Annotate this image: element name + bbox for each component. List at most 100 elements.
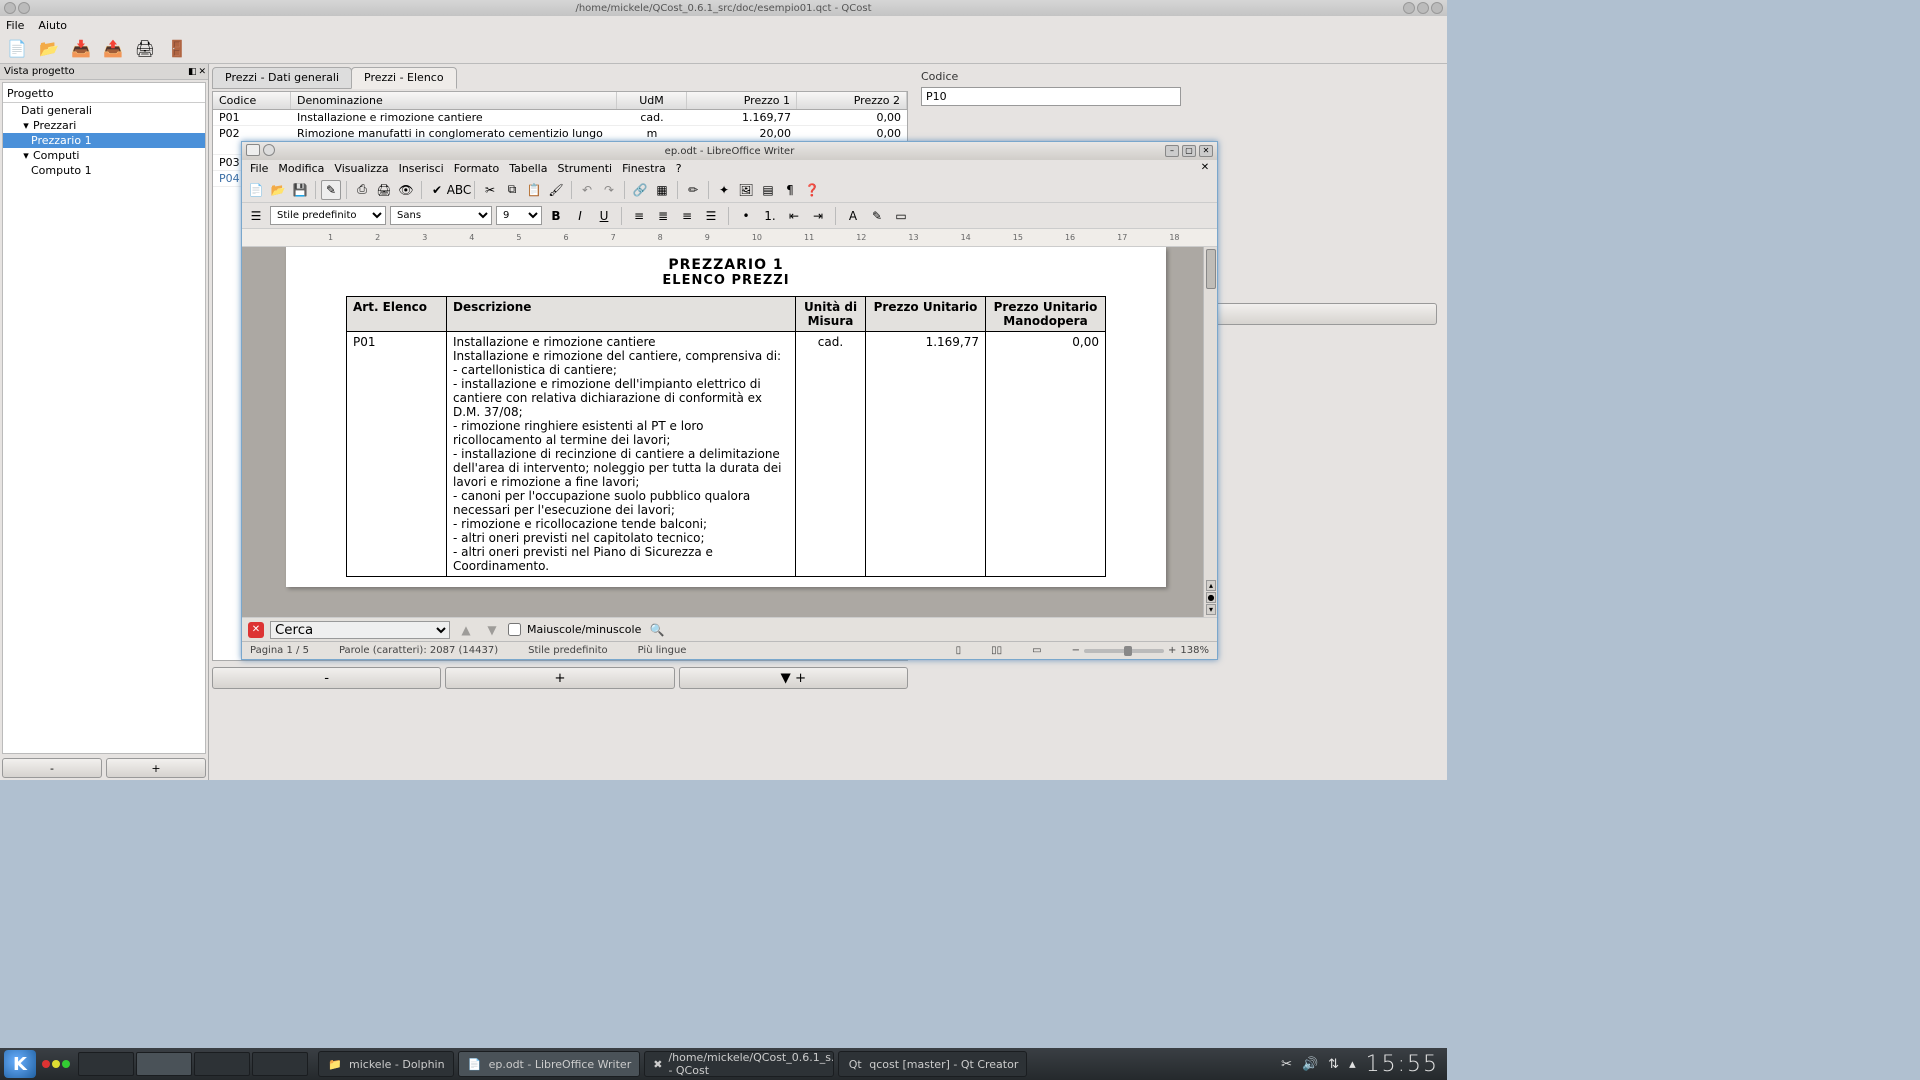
tree-item-dati-generali[interactable]: Dati generali [3,103,205,118]
nonprinting-icon[interactable]: ¶ [780,180,800,200]
find-all-icon[interactable]: 🔍 [647,620,667,640]
undo-icon[interactable]: ↶ [577,180,597,200]
find-input[interactable]: Cerca [270,621,450,639]
save-icon[interactable]: 📥 [70,38,92,60]
find-prev-icon[interactable]: ▲ [456,620,476,640]
font-size-select[interactable]: 9 [496,206,542,225]
tree-item-prezzario-1[interactable]: Prezzario 1 [3,133,205,148]
indent-dec-icon[interactable]: ⇤ [784,206,804,226]
kickoff-launcher[interactable]: K [4,1050,36,1078]
view-single-icon[interactable]: ▯ [956,645,962,656]
highlight-icon[interactable]: ✎ [867,206,887,226]
row-add-child-button[interactable]: ▼ + [679,667,908,689]
lo-menu-item[interactable]: Finestra [622,162,666,175]
volume-icon[interactable]: 🔊 [1302,1057,1318,1072]
view-book-icon[interactable]: ▭ [1032,645,1041,656]
lo-menu-item[interactable]: Visualizza [334,162,388,175]
tree-item-prezzari[interactable]: ▾Prezzari [3,118,205,133]
datasource-icon[interactable]: ▤ [758,180,778,200]
hyperlink-icon[interactable]: 🔗 [630,180,650,200]
document-area[interactable]: PREZZARIO 1 ELENCO PREZZI Art. Elenco De… [242,247,1217,617]
add-button[interactable]: + [106,758,206,778]
match-case-checkbox[interactable] [508,623,521,636]
expander-icon[interactable]: ▾ [21,119,31,132]
undock-icon[interactable]: ◧ [188,67,197,77]
tab-dati-generali[interactable]: Prezzi - Dati generali [212,67,352,89]
project-tree[interactable]: Progetto Dati generali ▾Prezzari Prezzar… [2,82,206,754]
page-up-icon[interactable]: ▴ [1206,580,1216,591]
lo-menu-item[interactable]: Modifica [278,162,324,175]
bold-icon[interactable]: B [546,206,566,226]
find-next-icon[interactable]: ▼ [482,620,502,640]
horizontal-ruler[interactable]: 123456789101112131415161718 [242,229,1217,247]
new-doc-icon[interactable]: 📄 [246,180,266,200]
vertical-scrollbar[interactable]: ▴ ● ▾ [1203,247,1217,617]
styles-icon[interactable]: ☰ [246,206,266,226]
nav-target-icon[interactable]: ● [1206,592,1216,603]
redo-icon[interactable]: ↷ [599,180,619,200]
status-words[interactable]: Parole (caratteri): 2087 (14437) [339,645,498,656]
status-page[interactable]: Pagina 1 / 5 [250,645,309,656]
lo-menu-item[interactable]: Formato [454,162,500,175]
codice-input[interactable] [921,87,1181,106]
col-udm[interactable]: UdM [617,92,687,109]
maximize-button[interactable] [1417,2,1429,14]
save-doc-icon[interactable]: 💾 [290,180,310,200]
list-number-icon[interactable]: 1. [760,206,780,226]
autospell-icon[interactable]: ABC [449,180,469,200]
clipboard-icon[interactable]: ✂ [1281,1057,1292,1072]
export-pdf-icon[interactable]: ⎙ [352,180,372,200]
new-icon[interactable]: 📄 [6,38,28,60]
scroll-thumb[interactable] [1206,249,1216,289]
taskbar-entry[interactable]: ✖/home/mickele/QCost_0.6.1_s... - QCost [644,1051,834,1077]
zoom-in-icon[interactable]: + [1168,645,1176,656]
edit-mode-icon[interactable]: ✎ [321,180,341,200]
close-find-icon[interactable]: ✕ [248,622,264,638]
align-justify-icon[interactable]: ☰ [701,206,721,226]
lo-minimize-button[interactable]: – [1165,145,1179,157]
paste-icon[interactable]: 📋 [524,180,544,200]
open-doc-icon[interactable]: 📂 [268,180,288,200]
taskbar-entry[interactable]: 📄ep.odt - LibreOffice Writer [458,1051,641,1077]
status-style[interactable]: Stile predefinito [528,645,608,656]
remove-button[interactable]: - [2,758,102,778]
preview-icon[interactable]: 👁 [396,180,416,200]
close-button[interactable] [1431,2,1443,14]
tab-elenco[interactable]: Prezzi - Elenco [351,67,457,89]
zoom-slider[interactable] [1084,649,1164,653]
underline-icon[interactable]: U [594,206,614,226]
activity-switcher[interactable] [78,1052,308,1076]
paragraph-style-select[interactable]: Stile predefinito [270,206,386,225]
pager-dot[interactable] [42,1060,50,1068]
lo-menu-item[interactable]: Inserisci [399,162,444,175]
window-menu-icon[interactable] [4,2,16,14]
list-bullet-icon[interactable]: • [736,206,756,226]
taskbar-entry[interactable]: 📁mickele - Dolphin [318,1051,454,1077]
font-select[interactable]: Sans [390,206,492,225]
activity-slot[interactable] [136,1052,192,1076]
cut-icon[interactable]: ✂ [480,180,500,200]
export-icon[interactable]: 📤 [102,38,124,60]
spellcheck-icon[interactable]: ✔ [427,180,447,200]
draw-icon[interactable]: ✏ [683,180,703,200]
copy-icon[interactable]: ⧉ [502,180,522,200]
table-icon[interactable]: ▦ [652,180,672,200]
tray-expand-icon[interactable]: ▴ [1349,1057,1356,1072]
font-color-icon[interactable]: A [843,206,863,226]
zoom-value[interactable]: 138% [1180,645,1209,656]
col-prezzo1[interactable]: Prezzo 1 [687,92,797,109]
navigator-icon[interactable]: ✦ [714,180,734,200]
align-center-icon[interactable]: ≣ [653,206,673,226]
pin-icon[interactable] [263,144,275,156]
lo-close-button[interactable]: ✕ [1199,145,1213,157]
lo-menu-item[interactable]: Strumenti [557,162,612,175]
clock[interactable]: 15:55 [1366,1052,1439,1077]
lo-doc-close-button[interactable]: ✕ [1199,162,1211,174]
lo-menu-item[interactable]: ? [676,162,682,175]
col-denominazione[interactable]: Denominazione [291,92,617,109]
zoom-control[interactable]: − + 138% [1072,645,1209,656]
help-icon[interactable]: ❓ [802,180,822,200]
tree-item-computo-1[interactable]: Computo 1 [3,163,205,178]
minimize-button[interactable] [1403,2,1415,14]
close-panel-icon[interactable]: ✕ [198,67,206,77]
